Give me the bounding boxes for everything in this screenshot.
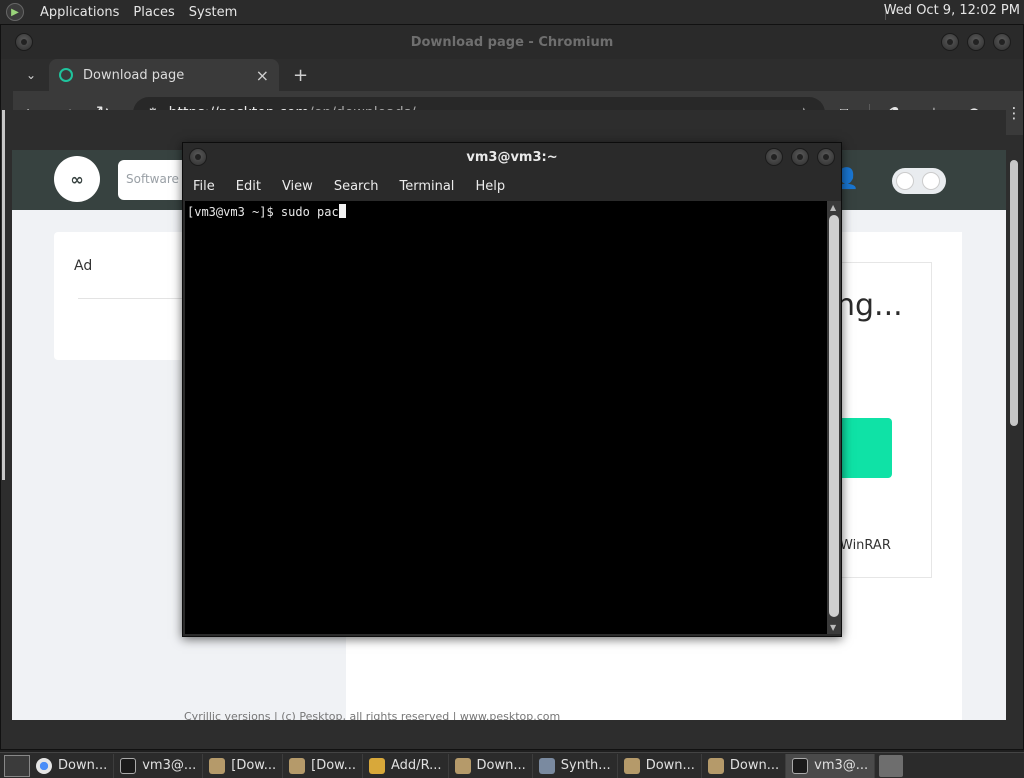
tab-search-chevron-icon[interactable]: ⌄ <box>13 68 49 82</box>
tab-close-icon[interactable]: × <box>256 66 269 85</box>
workspace-switcher[interactable] <box>879 754 904 777</box>
taskbar-item-label: Synth... <box>560 758 611 773</box>
taskbar-item[interactable]: [Dow... <box>203 753 284 778</box>
taskbar-item[interactable]: vm3@... <box>114 753 204 778</box>
terminal-title: vm3@vm3:~ <box>466 149 558 165</box>
winrar-link[interactable]: WinRAR <box>840 538 891 553</box>
terminal-menu-edit[interactable]: Edit <box>236 179 261 194</box>
download-button[interactable] <box>836 418 892 478</box>
top-panel: ▶ Applications Places System Wed Oct 9, … <box>0 0 1024 24</box>
new-tab-button[interactable]: + <box>293 65 308 86</box>
terminal-window: vm3@vm3:~ File Edit View Search Terminal… <box>182 142 842 637</box>
pesktop-logo-icon[interactable]: ∞ <box>54 156 100 202</box>
terminal-icon <box>792 757 809 774</box>
shell-prompt: [vm3@vm3 ~]$ <box>187 205 281 219</box>
maximize-button[interactable] <box>967 33 985 51</box>
folder-icon <box>707 757 724 774</box>
tab-strip: ⌄ Download page × + <box>13 59 1023 91</box>
synth-icon <box>538 757 555 774</box>
taskbar-item-label: Down... <box>645 758 695 773</box>
tab-download-page[interactable]: Download page × <box>49 59 279 91</box>
taskbar-item-label: Down... <box>476 758 526 773</box>
panel-clock[interactable]: Wed Oct 9, 12:02 PM <box>884 3 1020 18</box>
page-scrollbar-thumb[interactable] <box>1010 160 1018 426</box>
taskbar-item-label: Down... <box>58 758 108 773</box>
terminal-close-button[interactable] <box>817 148 835 166</box>
loading-heading: ng... <box>836 288 903 323</box>
panel-menu: ▶ Applications Places System <box>0 3 237 21</box>
theme-toggle[interactable] <box>892 168 946 194</box>
archive-icon <box>369 757 386 774</box>
folder-icon <box>209 757 226 774</box>
applications-menu[interactable]: Applications <box>40 5 119 20</box>
terminal-menu-view[interactable]: View <box>282 179 313 194</box>
system-menu[interactable]: System <box>189 5 237 20</box>
toggle-knob-left <box>896 172 914 190</box>
terminal-window-menu-icon[interactable] <box>189 148 207 166</box>
taskbar-item-label: [Dow... <box>311 758 357 773</box>
close-window-button[interactable] <box>993 33 1011 51</box>
minimize-button[interactable] <box>941 33 959 51</box>
taskbar-item[interactable]: Down... <box>30 753 115 778</box>
tab-title: Download page <box>83 67 185 83</box>
terminal-titlebar[interactable]: vm3@vm3:~ <box>183 143 841 171</box>
taskbar-item[interactable]: Down... <box>702 753 787 778</box>
text-cursor <box>338 204 346 218</box>
toggle-knob-right <box>922 172 940 190</box>
taskbar-item-label: Add/R... <box>391 758 442 773</box>
taskbar-item[interactable]: Down... <box>618 753 702 778</box>
folder-icon <box>289 757 306 774</box>
taskbar-item[interactable]: Synth... <box>533 753 618 778</box>
page-footer-text: Cyrillic versions | (c) Pesktop, all rig… <box>184 710 561 720</box>
terminal-icon <box>120 757 137 774</box>
window-left-edge <box>2 110 5 480</box>
ad-label: Ad <box>74 258 93 274</box>
scroll-up-arrow-icon[interactable]: ▲ <box>830 203 836 212</box>
folder-icon <box>454 757 471 774</box>
terminal-menu-search[interactable]: Search <box>334 179 379 194</box>
taskbar-item-active[interactable]: vm3@... <box>786 753 876 778</box>
show-desktop-icon[interactable] <box>4 754 30 777</box>
terminal-menu-file[interactable]: File <box>193 179 215 194</box>
chromium-window-title: Download page - Chromium <box>410 34 614 50</box>
taskbar-item-label: vm3@... <box>142 758 197 773</box>
typed-command: sudo pac <box>280 205 339 219</box>
chromium-titlebar[interactable]: Download page - Chromium <box>1 25 1023 59</box>
distro-logo-icon[interactable]: ▶ <box>6 3 24 21</box>
taskbar-item-label: vm3@... <box>814 758 869 773</box>
scroll-down-arrow-icon[interactable]: ▼ <box>830 623 836 632</box>
taskbar-item[interactable]: Add/R... <box>363 753 449 778</box>
terminal-scrollbar[interactable]: ▲ ▼ <box>827 201 841 634</box>
bottom-taskbar: Down... vm3@... [Dow... [Dow... Add/R...… <box>0 752 1024 778</box>
terminal-scrollbar-thumb[interactable] <box>829 215 839 617</box>
terminal-output[interactable]: [vm3@vm3 ~]$ sudo pac <box>185 201 827 634</box>
terminal-minimize-button[interactable] <box>765 148 783 166</box>
pesktop-favicon-icon <box>59 68 73 82</box>
window-menu-icon[interactable] <box>15 33 33 51</box>
taskbar-item-label: Down... <box>729 758 780 773</box>
terminal-menubar: File Edit View Search Terminal Help <box>183 171 841 201</box>
terminal-maximize-button[interactable] <box>791 148 809 166</box>
site-search-input[interactable]: Software <box>118 160 188 200</box>
folder-icon <box>623 757 640 774</box>
taskbar-item[interactable]: Down... <box>449 753 533 778</box>
places-menu[interactable]: Places <box>133 5 174 20</box>
chromium-icon <box>36 757 52 774</box>
taskbar-item[interactable]: [Dow... <box>283 753 364 778</box>
terminal-menu-terminal[interactable]: Terminal <box>399 179 454 194</box>
taskbar-item-label: [Dow... <box>231 758 277 773</box>
page-scrollbar[interactable] <box>1008 150 1020 720</box>
terminal-menu-help[interactable]: Help <box>475 179 505 194</box>
